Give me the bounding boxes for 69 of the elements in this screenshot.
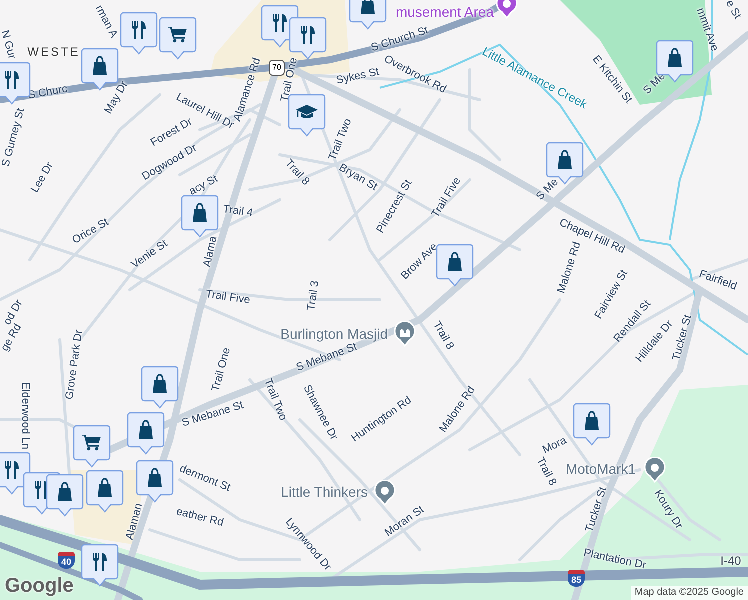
street-label: Trail 4	[222, 204, 254, 220]
shopping-bag-icon	[448, 252, 462, 272]
street-label: Grove Park Dr	[64, 329, 86, 401]
street-label: S Me	[642, 71, 668, 97]
graduation-cap-icon	[296, 104, 318, 120]
street-label: Trail Two	[262, 378, 288, 422]
street-label: Lee Dr	[30, 160, 56, 196]
interstate-shield: 85	[568, 570, 585, 587]
mosque-pin-icon[interactable]	[394, 321, 416, 347]
shopping-bag-icon	[193, 203, 207, 223]
fork-and-knife-icon	[93, 553, 107, 571]
shopping-bag-icon	[98, 478, 112, 498]
place-pin-icon[interactable]	[374, 480, 396, 506]
street-label: Trail One	[210, 346, 234, 394]
street-label: Elderwood Ln	[20, 382, 30, 450]
street-label: Trail 8	[534, 456, 558, 488]
highway-label: I-40	[720, 555, 742, 567]
street-label: Venie St	[130, 238, 170, 272]
street-label: Trail Five	[205, 289, 251, 307]
map-logo: Google	[5, 576, 74, 596]
shopping-bag-icon	[361, 0, 375, 15]
street-label: Trail 3	[306, 280, 322, 312]
street-label: Tucker St	[672, 314, 694, 362]
shopping-bag-icon	[585, 411, 599, 431]
shopping-bag-icon	[558, 150, 572, 170]
street-label: Alaman	[124, 502, 146, 542]
street-label: S Me	[535, 177, 561, 203]
shopping-cart-icon	[168, 27, 188, 43]
street-label: Sykes St	[336, 67, 380, 87]
shopping-bag-icon	[668, 48, 682, 68]
street-label: S Mebane St	[180, 400, 246, 430]
shopping-cart-icon	[82, 435, 102, 451]
street-label: eather Rd	[175, 506, 225, 530]
park-pin-icon[interactable]	[496, 0, 518, 19]
street-label: N Gur	[0, 29, 18, 61]
street-label: Plantation Dr	[582, 548, 648, 572]
place-name[interactable]: Little Thinkers	[281, 485, 368, 499]
place-pin-icon[interactable]	[644, 457, 666, 483]
street-label: e St	[723, 0, 743, 22]
street-label: Trail Two	[328, 118, 354, 162]
interstate-shield: 40	[58, 552, 75, 569]
area-label: WESTE	[28, 46, 80, 58]
shopping-bag-icon	[93, 56, 107, 76]
fork-and-knife-icon	[5, 461, 19, 479]
street-map-drawing[interactable]	[0, 0, 748, 600]
fork-and-knife-icon	[301, 26, 315, 44]
street-label: Mora	[541, 436, 569, 456]
place-name[interactable]: MotoMark1	[566, 462, 636, 476]
street-label: Alama	[202, 236, 220, 268]
map-attribution: Map data ©2025 Google	[630, 586, 748, 600]
street-label: S Gurney St	[0, 108, 28, 168]
fork-and-knife-icon	[5, 71, 19, 89]
route-shield: 70	[269, 60, 285, 76]
street-label: S Church St	[370, 26, 430, 54]
street-label: Malone Rd	[556, 241, 584, 295]
street-label: S Mebane St	[295, 342, 359, 374]
place-name[interactable]: musement Area	[396, 5, 494, 19]
fork-and-knife-icon	[273, 14, 287, 32]
place-name[interactable]: Burlington Masjid	[280, 327, 388, 341]
street-label: mmit Ave	[694, 6, 720, 54]
shopping-bag-icon	[139, 420, 153, 440]
shopping-bag-icon	[153, 374, 167, 394]
street-label: acy St	[188, 174, 220, 198]
street-label: Orice St	[71, 217, 111, 247]
shopping-bag-icon	[58, 482, 72, 502]
street-label: Tucker St	[584, 486, 610, 534]
fork-and-knife-icon	[132, 21, 146, 39]
street-label: rman A	[92, 4, 120, 40]
shopping-bag-icon	[148, 468, 162, 488]
